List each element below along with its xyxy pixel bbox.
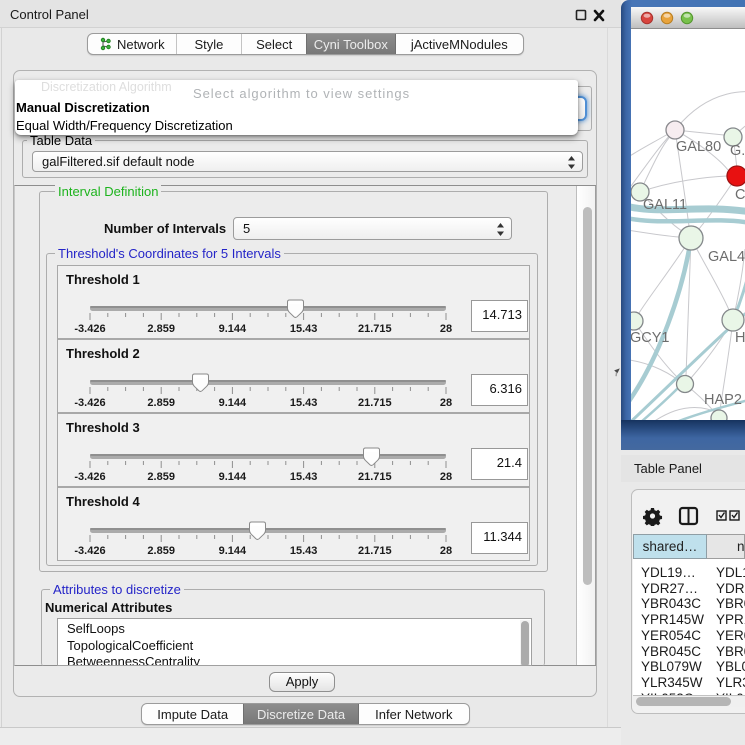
svg-text:9.144: 9.144	[219, 397, 247, 409]
svg-text:9.144: 9.144	[219, 545, 247, 557]
svg-text:C: C	[735, 187, 745, 203]
svg-text:2.859: 2.859	[147, 471, 175, 483]
svg-text:21.715: 21.715	[358, 471, 392, 483]
svg-text:28: 28	[440, 323, 452, 335]
svg-text:28: 28	[440, 545, 452, 557]
svg-text:GAL4: GAL4	[708, 249, 745, 265]
svg-text:H: H	[735, 330, 745, 346]
svg-text:2.859: 2.859	[147, 397, 175, 409]
svg-text:28: 28	[440, 471, 452, 483]
svg-text:2.859: 2.859	[147, 545, 175, 557]
svg-text:-3.426: -3.426	[74, 545, 105, 557]
svg-text:15.43: 15.43	[290, 397, 318, 409]
svg-text:15.43: 15.43	[290, 323, 318, 335]
svg-text:GCY1: GCY1	[631, 330, 670, 346]
svg-text:HAP2: HAP2	[704, 392, 742, 408]
svg-text:9.144: 9.144	[219, 323, 247, 335]
svg-text:2.859: 2.859	[147, 323, 175, 335]
svg-text:-3.426: -3.426	[74, 397, 105, 409]
svg-text:15.43: 15.43	[290, 471, 318, 483]
svg-text:GAL80: GAL80	[676, 139, 721, 155]
svg-text:21.715: 21.715	[358, 323, 392, 335]
svg-text:-3.426: -3.426	[74, 471, 105, 483]
svg-text:9.144: 9.144	[219, 471, 247, 483]
svg-text:28: 28	[440, 397, 452, 409]
svg-text:G.: G.	[730, 143, 745, 159]
svg-text:21.715: 21.715	[358, 397, 392, 409]
svg-text:-3.426: -3.426	[74, 323, 105, 335]
svg-text:GAL11: GAL11	[643, 197, 687, 213]
svg-text:21.715: 21.715	[358, 545, 392, 557]
svg-text:15.43: 15.43	[290, 545, 318, 557]
